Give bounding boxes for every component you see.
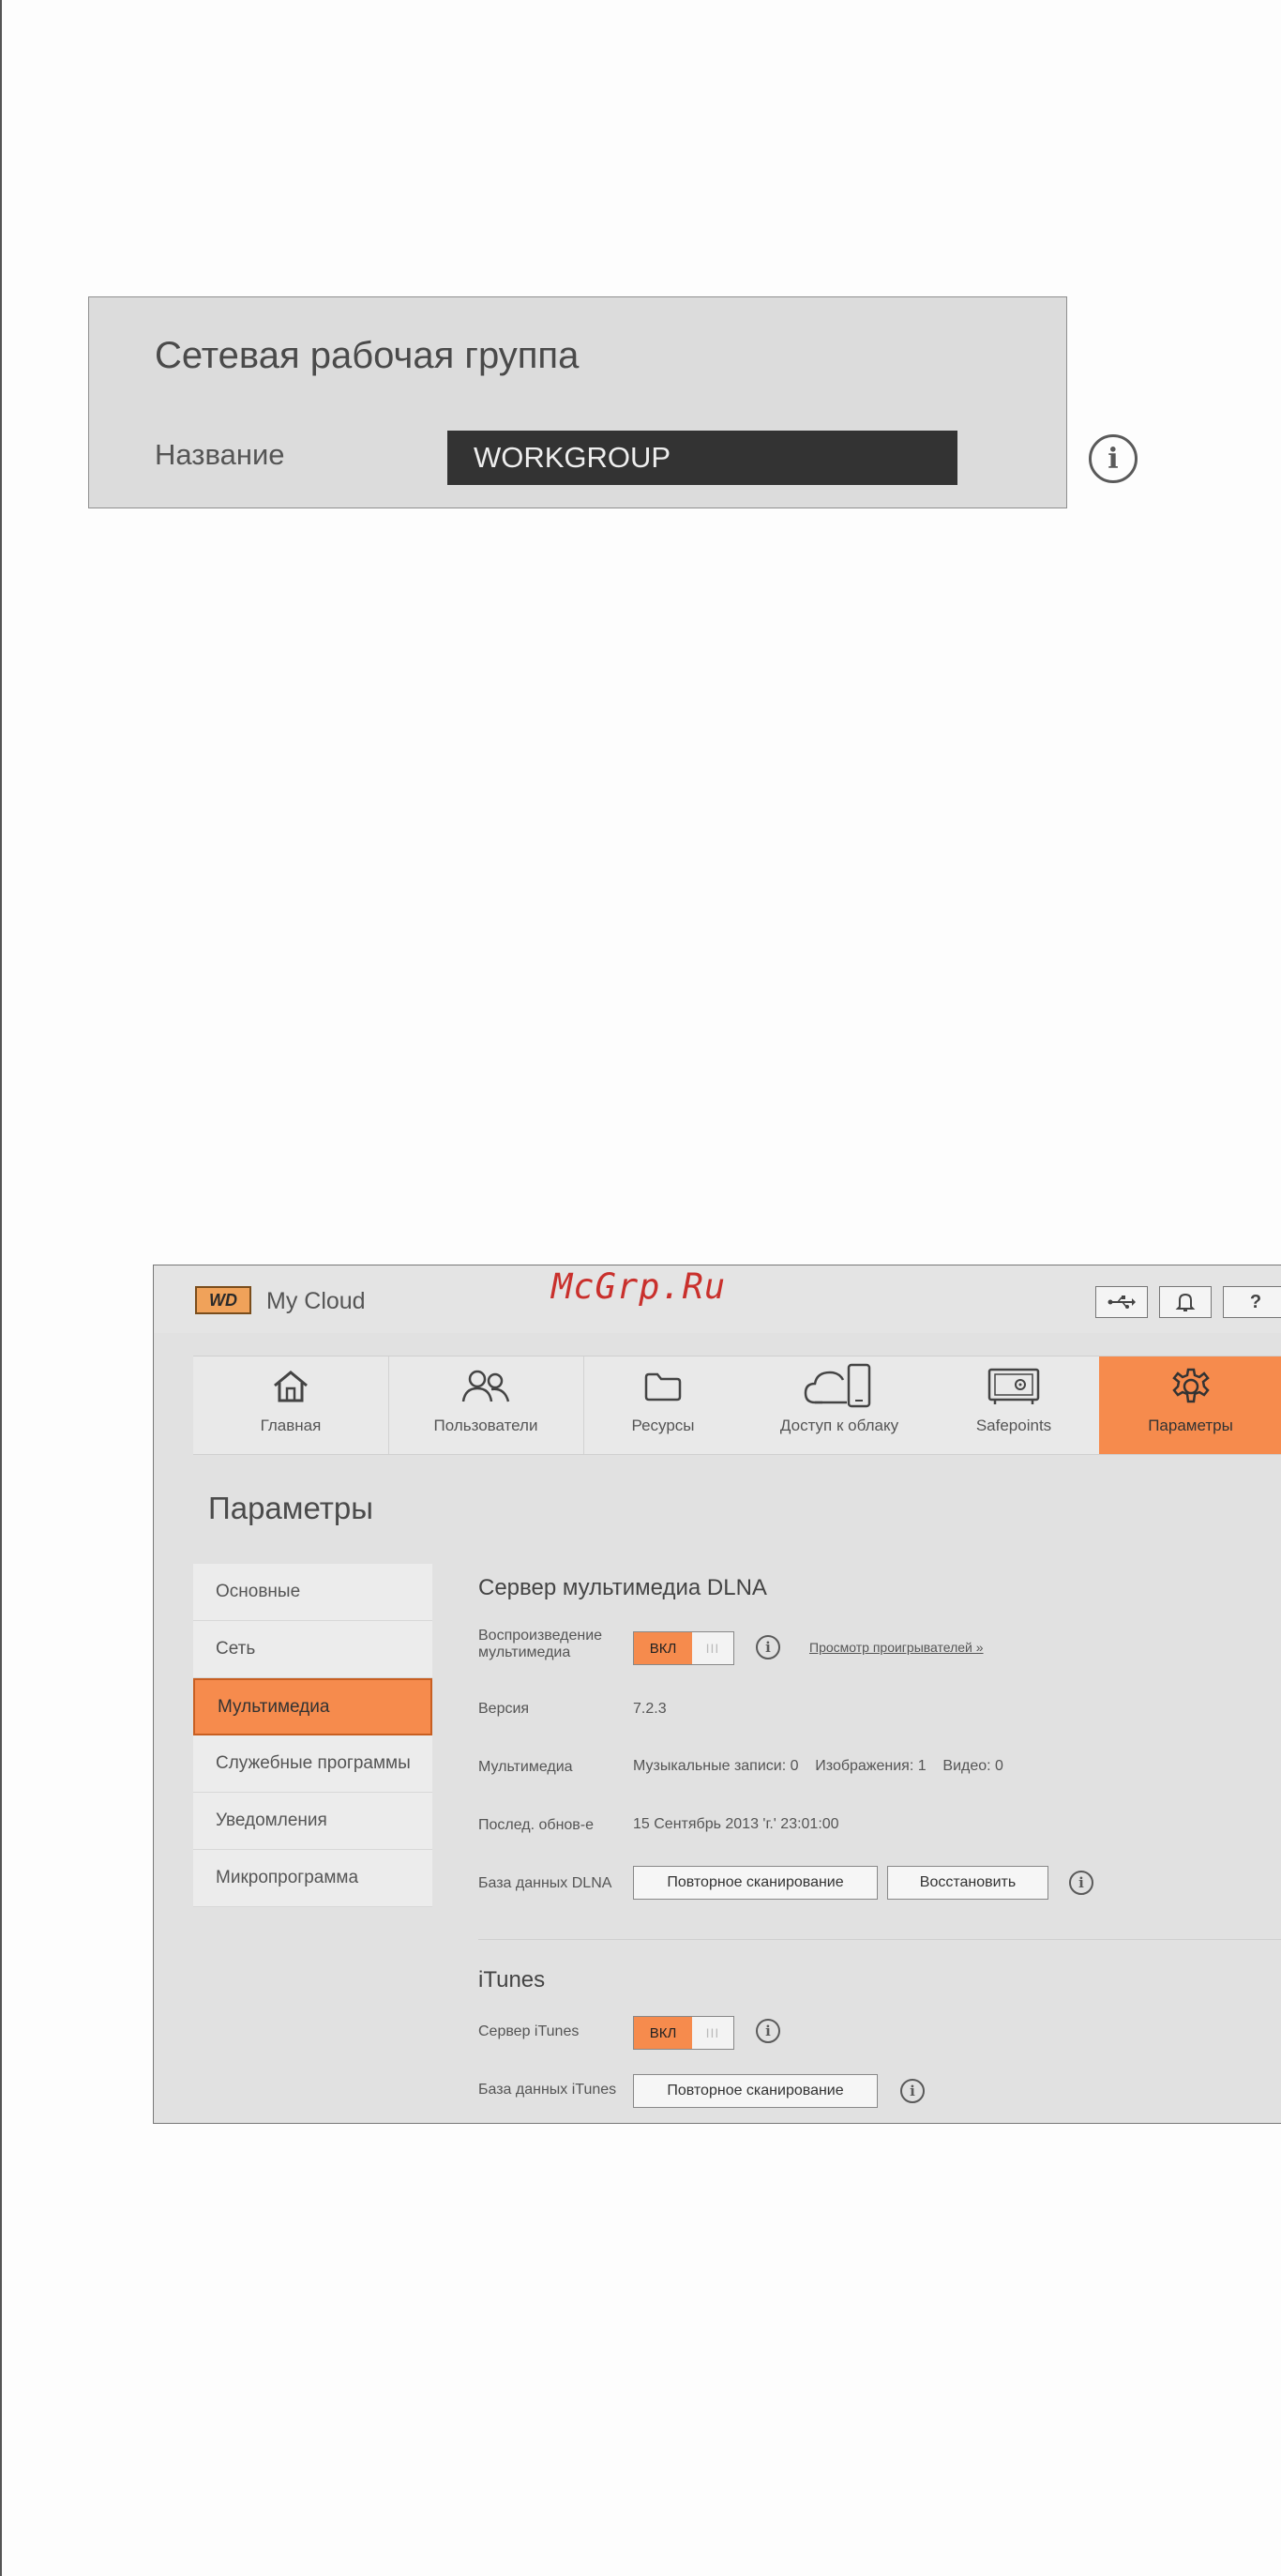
nav-label: Safepoints bbox=[975, 1417, 1052, 1434]
version-label: Версия bbox=[478, 1701, 530, 1717]
sidebar-item-utilities[interactable]: Служебные программы bbox=[193, 1735, 432, 1793]
sidebar-item-notifications[interactable]: Уведомления bbox=[193, 1793, 432, 1850]
wd-logo: WD bbox=[195, 1286, 251, 1314]
main-nav: Главная Пользователи Ресурсы Доступ к об… bbox=[193, 1356, 1281, 1455]
dlna-rescan-button[interactable]: Повторное сканирование bbox=[633, 1866, 878, 1900]
media-label: Мультимедиа bbox=[478, 1759, 573, 1775]
sidebar-item-multimedia[interactable]: Мультимедиа bbox=[193, 1678, 432, 1735]
app-name: My Cloud bbox=[266, 1288, 366, 1314]
dlna-restore-button[interactable]: Восстановить bbox=[887, 1866, 1048, 1900]
workgroup-name-label: Название bbox=[155, 438, 285, 471]
nav-item-settings[interactable]: Параметры bbox=[1099, 1356, 1281, 1454]
bell-icon bbox=[1175, 1293, 1196, 1311]
itunes-rescan-button[interactable]: Повторное сканирование bbox=[633, 2074, 878, 2108]
info-icon[interactable]: i bbox=[900, 2079, 925, 2103]
nav-item-home[interactable]: Главная bbox=[193, 1356, 389, 1454]
dlna-section-title: Сервер мультимедиа DLNA bbox=[478, 1575, 767, 1600]
wd-mycloud-app: WD My Cloud ? Главная Пользователи Ресур… bbox=[153, 1265, 1281, 2124]
info-icon[interactable]: i bbox=[1069, 1871, 1093, 1895]
page-title: Параметры bbox=[208, 1491, 373, 1525]
toggle-grip: III bbox=[705, 2025, 720, 2040]
folder-icon bbox=[642, 1356, 684, 1417]
itunes-server-label: Сервер iTunes bbox=[478, 2023, 580, 2039]
nav-item-users[interactable]: Пользователи bbox=[388, 1356, 584, 1454]
version-value: 7.2.3 bbox=[633, 1701, 667, 1717]
last-update-value: 15 Сентябрь 2013 'г.' 23:01:00 bbox=[633, 1816, 839, 1832]
home-icon bbox=[270, 1356, 311, 1417]
itunes-db-label: База данных iTunes bbox=[478, 2082, 617, 2098]
safe-icon bbox=[987, 1356, 1041, 1417]
last-update-label: Послед. обнов-е bbox=[478, 1817, 595, 1833]
toggle-grip: III bbox=[705, 1641, 720, 1656]
usb-icon bbox=[1108, 1296, 1136, 1309]
help-button[interactable]: ? bbox=[1223, 1286, 1281, 1318]
dlna-db-label: База данных DLNA bbox=[478, 1875, 612, 1891]
watermark: McGrp.Ru bbox=[551, 1266, 727, 1307]
nav-label: Главная bbox=[260, 1417, 322, 1434]
toggle-on-label: ВКЛ bbox=[634, 1632, 692, 1664]
workgroup-title: Сетевая рабочая группа bbox=[155, 335, 580, 376]
nav-item-shares[interactable]: Ресурсы bbox=[583, 1356, 743, 1454]
nav-label: Ресурсы bbox=[631, 1417, 695, 1434]
nav-item-cloud-access[interactable]: Доступ к облаку bbox=[743, 1356, 936, 1454]
nav-item-safepoints[interactable]: Safepoints bbox=[936, 1356, 1092, 1454]
section-divider bbox=[478, 1939, 1281, 1940]
itunes-server-toggle[interactable]: ВКЛ III bbox=[633, 2016, 734, 2050]
sidebar-item-general[interactable]: Основные bbox=[193, 1564, 432, 1621]
nav-label: Доступ к облаку bbox=[779, 1417, 899, 1434]
workgroup-panel: Сетевая рабочая группа Название i bbox=[88, 296, 1138, 508]
nav-label: Пользователи bbox=[433, 1417, 538, 1434]
page-left-rule bbox=[0, 0, 2, 2576]
nav-label: Параметры bbox=[1148, 1417, 1233, 1434]
cloud-device-icon bbox=[804, 1356, 875, 1417]
sidebar-item-network[interactable]: Сеть bbox=[193, 1621, 432, 1678]
notifications-button[interactable] bbox=[1159, 1286, 1212, 1318]
info-icon[interactable]: i bbox=[756, 2019, 780, 2043]
settings-sidebar: Основные Сеть Мультимедиа Служебные прог… bbox=[193, 1564, 432, 1907]
info-icon[interactable]: i bbox=[1089, 434, 1138, 483]
media-counts: Музыкальные записи: 0 Изображения: 1 Вид… bbox=[633, 1758, 1003, 1774]
usb-button[interactable] bbox=[1095, 1286, 1148, 1318]
view-players-link[interactable]: Просмотр проигрывателей » bbox=[809, 1640, 984, 1655]
itunes-section-title: iTunes bbox=[478, 1967, 546, 1993]
dlna-playback-toggle[interactable]: ВКЛ III bbox=[633, 1631, 734, 1665]
info-icon[interactable]: i bbox=[756, 1635, 780, 1659]
sidebar-item-firmware[interactable]: Микропрограмма bbox=[193, 1850, 432, 1907]
toggle-on-label: ВКЛ bbox=[634, 2017, 692, 2049]
playback-label: Воспроизведение мультимедиа bbox=[478, 1628, 603, 1660]
workgroup-name-input[interactable] bbox=[447, 431, 957, 485]
gear-icon bbox=[1170, 1356, 1212, 1417]
users-icon bbox=[458, 1356, 514, 1417]
